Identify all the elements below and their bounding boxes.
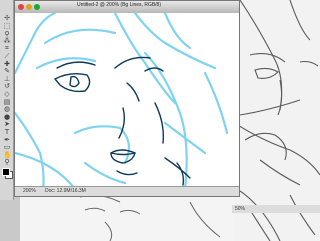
zoom-window-icon[interactable] xyxy=(34,4,40,10)
drawing-canvas[interactable] xyxy=(15,11,239,191)
right-window-status-bar: 50% xyxy=(232,205,320,213)
minimize-window-icon[interactable] xyxy=(26,4,32,10)
tools-palette: ✢ ⬚ ϙ ⁂ ⌗ ⟋ ✚ ✎ ⊥ ↺ ◇ ▤ ◍ ● ➤ T ✒ ▭ ✋ ⚲ xyxy=(0,0,14,200)
status-bar: 200% Doc: 12.9M/16.3M xyxy=(15,186,239,196)
close-window-icon[interactable] xyxy=(18,4,24,10)
zoom-level[interactable]: 200% xyxy=(23,188,36,194)
lower-sketch-artwork xyxy=(79,194,221,241)
window-title: Untitled-2 @ 200% (Bg Lines, RGB/8) xyxy=(77,2,162,8)
main-document-window[interactable]: Untitled-2 @ 200% (Bg Lines, RGB/8) 200%… xyxy=(14,0,240,197)
foreground-color-swatch[interactable] xyxy=(2,168,10,176)
face-sketch-artwork xyxy=(15,11,229,191)
zoom-tool-icon[interactable]: ⚲ xyxy=(3,158,11,166)
right-window-zoom[interactable]: 50% xyxy=(235,206,245,212)
document-size-info[interactable]: Doc: 12.9M/16.3M xyxy=(45,188,86,194)
lower-background-document[interactable] xyxy=(20,192,235,241)
